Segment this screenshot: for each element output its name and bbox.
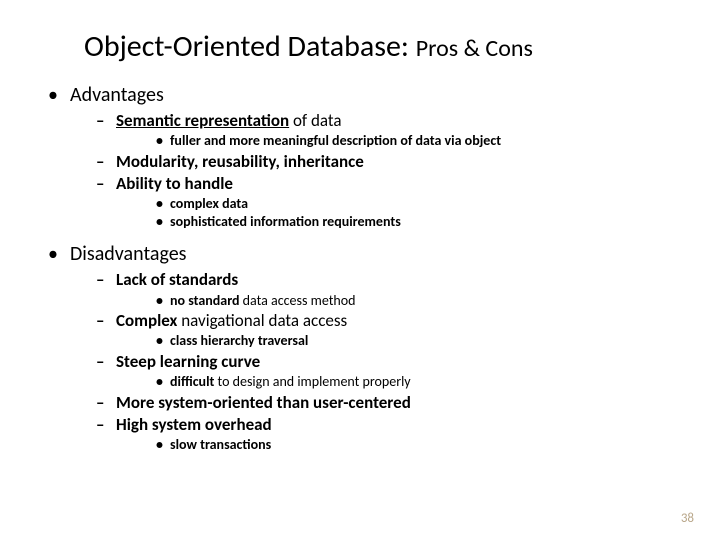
advantages-heading: Advantages [36, 83, 684, 108]
complex-rest: navigational data access [177, 310, 347, 331]
advantages-complex-data: complex data [36, 195, 684, 213]
semantic-underlined: Semantic representation [116, 110, 289, 131]
disadvantages-lack: Lack of standards [36, 269, 684, 290]
advantages-sophisticated: sophisticated information requirements [36, 213, 684, 231]
title-main: Object-Oriented Database: [84, 28, 416, 65]
no-standard-bold: no standard [170, 292, 240, 309]
disadvantages-steep: Steep learning curve [36, 351, 684, 372]
complex-bold: Complex [116, 310, 177, 331]
disadvantages-heading: Disadvantages [36, 242, 684, 267]
disadvantages-complex: Complex navigational data access [36, 310, 684, 331]
semantic-rest: of data [289, 110, 341, 131]
advantages-modularity: Modularity, reusability, inheritance [36, 151, 684, 172]
content-list: Advantages Semantic representation of da… [36, 83, 684, 454]
difficult-rest: to design and implement properly [214, 373, 410, 390]
disadvantages-class-hierarchy: class hierarchy traversal [36, 332, 684, 350]
advantages-fuller: fuller and more meaningful description o… [36, 132, 684, 150]
advantages-ability: Ability to handle [36, 173, 684, 194]
disadvantages-system-oriented: More system-oriented than user-centered [36, 392, 684, 413]
disadvantages-overhead: High system overhead [36, 414, 684, 435]
slide-title: Object-Oriented Database: Pros & Cons [84, 28, 684, 65]
slide: Object-Oriented Database: Pros & Cons Ad… [0, 0, 720, 540]
difficult-bold: difficult [170, 373, 214, 390]
page-number: 38 [681, 511, 694, 526]
no-standard-rest: data access method [240, 292, 356, 309]
disadvantages-no-standard: no standard data access method [36, 292, 684, 310]
advantages-semantic: Semantic representation of data [36, 110, 684, 131]
title-sub: Pros & Cons [416, 34, 533, 63]
disadvantages-difficult: difficult to design and implement proper… [36, 373, 684, 391]
disadvantages-slow: slow transactions [36, 436, 684, 454]
